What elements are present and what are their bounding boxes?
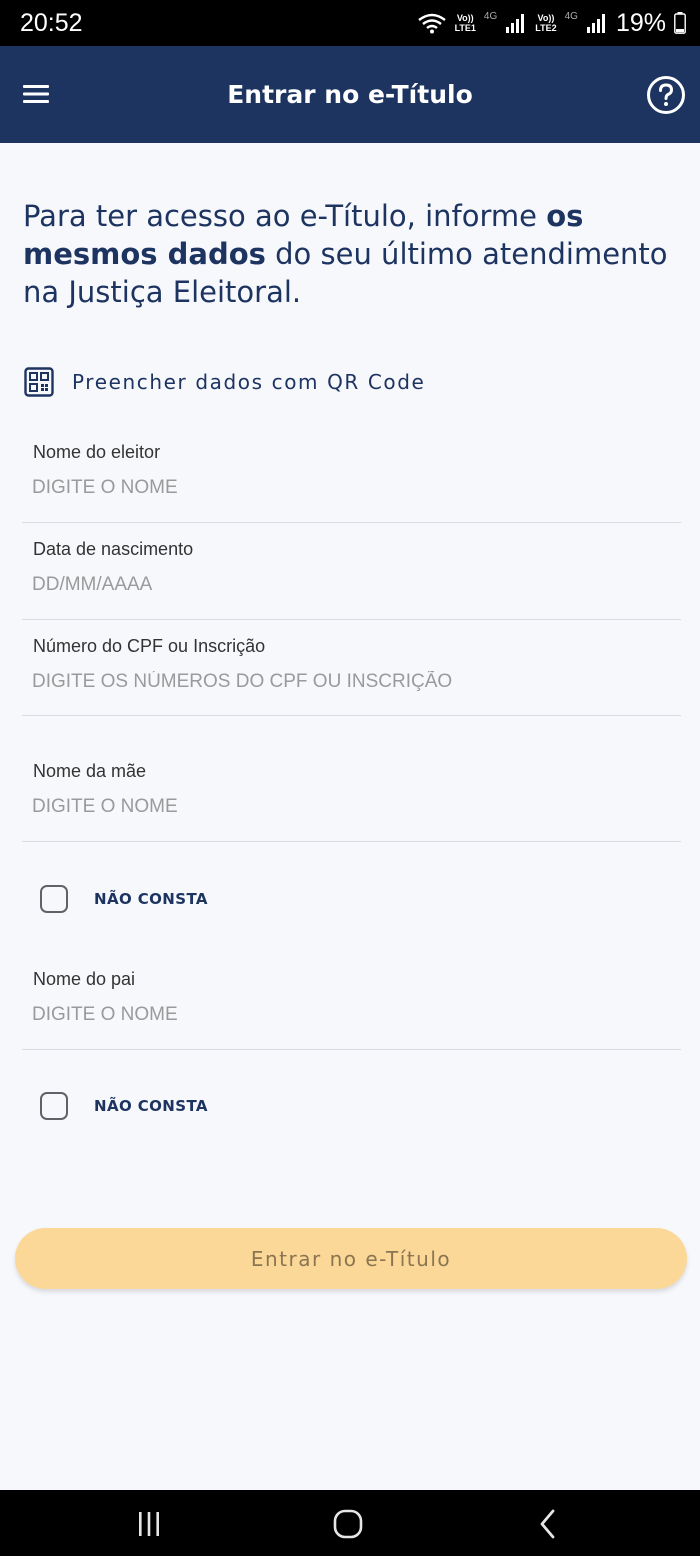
- recent-apps-icon: [139, 1512, 159, 1536]
- signal-icon: [586, 13, 608, 33]
- qr-code-label: Preencher dados com QR Code: [72, 370, 426, 394]
- page-title: Entrar no e-Título: [227, 80, 473, 109]
- recent-apps-button[interactable]: [129, 1504, 169, 1544]
- mother-not-listed-checkbox[interactable]: [40, 885, 68, 913]
- voter-name-field: Nome do eleitor: [22, 425, 681, 523]
- cpf-field: Número do CPF ou Inscrição: [22, 619, 681, 716]
- sim1-volte-text: Vo)): [456, 13, 474, 23]
- qr-code-fill-button[interactable]: Preencher dados com QR Code: [24, 366, 425, 398]
- sim2-volte-text: Vo)): [537, 13, 555, 23]
- cpf-input[interactable]: [32, 671, 672, 693]
- father-name-field: Nome do pai: [22, 950, 681, 1050]
- sim1-lte-badge: Vo)) LTE1: [455, 13, 476, 33]
- voter-name-label: Nome do eleitor: [33, 442, 161, 462]
- mother-name-field: Nome da mãe: [22, 715, 681, 842]
- qr-code-icon: [24, 367, 54, 397]
- back-arrow-icon: [540, 1509, 555, 1539]
- sim2-lte-text: LTE2: [535, 23, 557, 33]
- father-not-listed-checkbox[interactable]: [40, 1092, 68, 1120]
- app-bar: Entrar no e-Título: [0, 46, 700, 143]
- intro-text: Para ter acesso ao e-Título, informe os …: [23, 197, 683, 311]
- status-bar: 20:52 Vo)) LTE1 4G Vo)) LTE2 4G 19%: [0, 0, 700, 46]
- father-not-listed-checkbox-row[interactable]: NÃO CONSTA: [40, 1089, 208, 1123]
- battery-icon: [674, 12, 686, 34]
- mother-not-listed-checkbox-row[interactable]: NÃO CONSTA: [40, 882, 208, 916]
- help-button[interactable]: [646, 75, 686, 115]
- home-icon: [333, 1509, 363, 1539]
- mother-name-label: Nome da mãe: [33, 761, 147, 781]
- father-not-listed-label: NÃO CONSTA: [94, 1097, 208, 1115]
- signal-icon: [505, 13, 527, 33]
- back-button[interactable]: [528, 1504, 568, 1544]
- wifi-icon: [417, 12, 447, 34]
- mother-not-listed-label: NÃO CONSTA: [94, 890, 208, 908]
- sim2-lte-badge: Vo)) LTE2: [535, 13, 556, 33]
- status-time: 20:52: [20, 9, 83, 37]
- help-circle-icon: [647, 76, 685, 114]
- father-name-label: Nome do pai: [33, 969, 136, 989]
- father-name-input[interactable]: [32, 1004, 672, 1026]
- cpf-label: Número do CPF ou Inscrição: [33, 636, 266, 656]
- intro-text-part1: Para ter acesso ao e-Título, informe: [23, 199, 547, 233]
- status-icons: Vo)) LTE1 4G Vo)) LTE2 4G 19%: [417, 0, 686, 46]
- home-button[interactable]: [328, 1504, 368, 1544]
- submit-button[interactable]: Entrar no e-Título: [15, 1228, 687, 1289]
- birth-date-label: Data de nascimento: [33, 539, 194, 559]
- mother-name-input[interactable]: [32, 796, 672, 818]
- sim2-network-type: 4G: [564, 10, 578, 22]
- battery-percentage: 19%: [615, 8, 666, 37]
- sim1-network-type: 4G: [483, 10, 498, 22]
- system-nav-bar: [0, 1490, 700, 1556]
- birth-date-field: Data de nascimento: [22, 522, 681, 620]
- sim1-lte-text: LTE1: [454, 23, 476, 33]
- voter-name-input[interactable]: [32, 477, 672, 499]
- birth-date-input[interactable]: [32, 574, 672, 596]
